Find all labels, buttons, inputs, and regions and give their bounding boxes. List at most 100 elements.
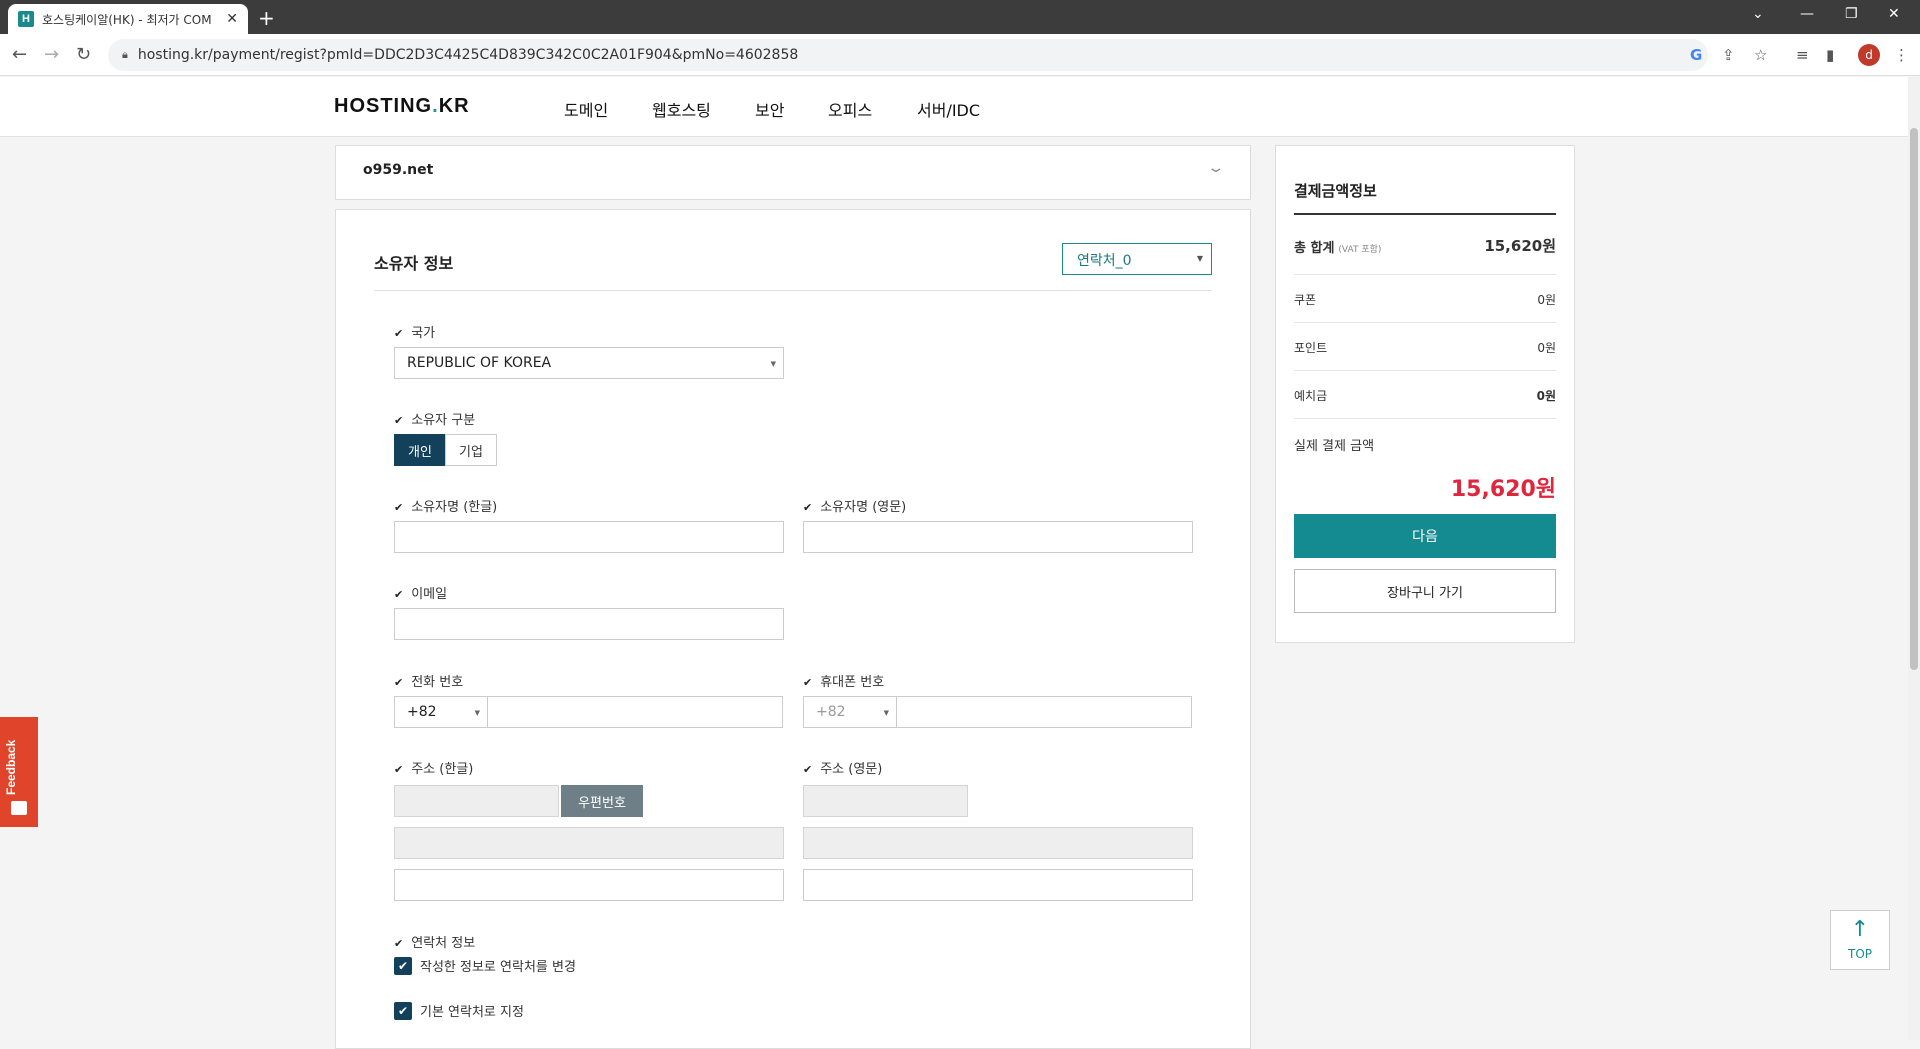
minimize-icon[interactable]: — [1800,6,1814,22]
contact-info-label: ✔ 연락처 정보 [394,936,476,951]
chevron-down-icon[interactable]: ⌄ [1207,160,1226,176]
mobile-label: ✔ 휴대폰 번호 [803,675,885,690]
address-en-detail-input[interactable] [803,869,1193,901]
check-icon: ✔ [394,501,404,514]
address-kr-detail-input[interactable] [394,869,784,901]
reading-list-icon[interactable]: ≡ [1796,46,1809,64]
row-divider [1294,322,1556,323]
nav-domain[interactable]: 도메인 [564,97,608,121]
profile-avatar[interactable]: d [1858,44,1880,66]
payment-summary: 결제금액정보 총 합계 (VAT 포함) 15,620원 쿠폰 0원 포인트 0원… [1275,145,1575,643]
update-contact-text: 작성한 정보로 연락처를 변경 [420,960,576,975]
lock-icon: 🔒︎ [122,48,128,61]
update-contact-checkbox[interactable]: ✔ 작성한 정보로 연락처를 변경 [394,956,576,975]
forward-icon[interactable]: → [44,44,59,65]
name-en-input[interactable] [803,521,1193,553]
country-value: REPUBLIC OF KOREA [407,355,552,371]
payment-title: 결제금액정보 [1294,182,1377,200]
domain-accordion[interactable]: o959.net ⌄ [335,145,1251,200]
bookmark-star-icon[interactable]: ☆ [1754,46,1767,64]
reload-icon[interactable]: ↻ [76,44,91,65]
owner-info-form: 소유자 정보 연락처_0 ▼ ✔ 국가 REPUBLIC OF KOREA ▼ ✔… [335,209,1251,1049]
url-text: hosting.kr/payment/regist?pmId=DDC2D3C44… [137,47,799,63]
name-en-label: ✔ 소유자명 (영문) [803,500,907,515]
email-label: ✔ 이메일 [394,587,448,602]
country-label: ✔ 국가 [394,326,436,341]
coupon-label: 쿠폰 [1294,293,1317,307]
checkbox-checked-icon[interactable]: ✔ [394,1001,412,1020]
section-title: 소유자 정보 [374,254,454,273]
side-panel-icon[interactable]: ▮ [1826,46,1834,64]
zipcode-en-input [803,785,968,817]
check-icon: ✔ [394,588,404,601]
address-bar[interactable]: 🔒︎ hosting.kr/payment/regist?pmId=DDC2D3… [108,39,1708,71]
name-kr-input[interactable] [394,521,784,553]
default-contact-checkbox[interactable]: ✔ 기본 연락처로 지정 [394,1001,524,1020]
deposit-label: 예치금 [1294,389,1328,403]
next-button[interactable]: 다음 [1294,514,1556,558]
check-icon: ✔ [803,763,813,776]
phone-code-value: +82 [407,704,437,720]
feedback-smile-icon [11,801,27,815]
zipcode-button[interactable]: 우편번호 [561,785,643,817]
nav-office[interactable]: 오피스 [828,97,872,121]
country-select[interactable]: REPUBLIC OF KOREA ▼ [394,347,784,379]
nav-server-idc[interactable]: 서버/IDC [917,97,980,121]
share-icon[interactable]: ⇪ [1722,46,1735,64]
scrollbar-thumb[interactable] [1910,128,1918,670]
phone-label: ✔ 전화 번호 [394,675,464,690]
check-icon: ✔ [394,937,404,950]
checkbox-checked-icon[interactable]: ✔ [394,956,412,975]
restore-icon[interactable]: ❐ [1845,6,1858,22]
real-amount-value: 15,620원 [1450,477,1556,502]
nav-security[interactable]: 보안 [755,97,784,121]
feedback-tab[interactable]: Feedback [0,717,38,827]
title-divider [1294,213,1556,215]
domain-name: o959.net [363,162,434,178]
scroll-top-button[interactable]: ↑ TOP [1830,910,1890,970]
browser-toolbar: ← → ↻ 🔒︎ hosting.kr/payment/regist?pmId=… [0,34,1920,76]
real-amount-label: 실제 결제 금액 [1294,439,1375,454]
arrow-up-icon: ↑ [1850,917,1870,942]
coupon-value: 0원 [1537,293,1556,307]
address-kr-label: ✔ 주소 (한글) [394,762,474,777]
close-window-icon[interactable]: ✕ [1888,6,1900,22]
site-header: HOSTING.KR 도메인 웹호스팅 보안 오피스 서버/IDC [0,77,1920,137]
owner-type-label: ✔ 소유자 구분 [394,413,476,428]
check-icon: ✔ [394,414,404,427]
mobile-input[interactable] [896,696,1192,728]
menu-dots-icon[interactable]: ⋮ [1894,46,1909,64]
total-value: 15,620원 [1484,237,1556,255]
site-logo[interactable]: HOSTING.KR [334,95,470,118]
mobile-country-code-select[interactable]: +82 ▼ [803,696,897,728]
address-en-line1-input [803,827,1193,859]
email-input[interactable] [394,608,784,640]
point-label: 포인트 [1294,341,1328,355]
dropdown-arrow-icon: ▼ [474,709,480,717]
browser-tab[interactable]: H 호스팅케이알(HK) - 최저가 COM ✕ [8,4,248,34]
google-translate-icon[interactable]: G [1690,46,1702,64]
phone-input[interactable] [487,696,783,728]
default-contact-text: 기본 연락처로 지정 [420,1005,524,1020]
point-value: 0원 [1537,341,1556,355]
site-favicon-icon: H [18,11,34,27]
go-to-cart-button[interactable]: 장바구니 가기 [1294,569,1556,613]
owner-type-individual[interactable]: 개인 [394,434,446,466]
contact-select-value: 연락처_0 [1077,253,1132,269]
new-tab-icon[interactable]: + [258,6,275,30]
check-icon: ✔ [394,327,404,340]
zipcode-kr-input [394,785,559,817]
nav-webhosting[interactable]: 웹호스팅 [652,97,711,121]
section-divider [374,290,1212,291]
tab-title: 호스팅케이알(HK) - 최저가 COM [42,12,212,27]
tab-search-chevron-icon[interactable]: ⌄ [1752,6,1764,22]
owner-type-company[interactable]: 기업 [445,434,497,466]
dropdown-arrow-icon: ▼ [883,709,889,717]
browser-titlebar: H 호스팅케이알(HK) - 최저가 COM ✕ + ⌄ — ❐ ✕ [0,0,1920,34]
row-divider [1294,418,1556,419]
name-kr-label: ✔ 소유자명 (한글) [394,500,498,515]
contact-select[interactable]: 연락처_0 ▼ [1062,243,1212,275]
phone-country-code-select[interactable]: +82 ▼ [394,696,488,728]
back-icon[interactable]: ← [12,44,27,65]
tab-close-icon[interactable]: ✕ [226,11,238,27]
